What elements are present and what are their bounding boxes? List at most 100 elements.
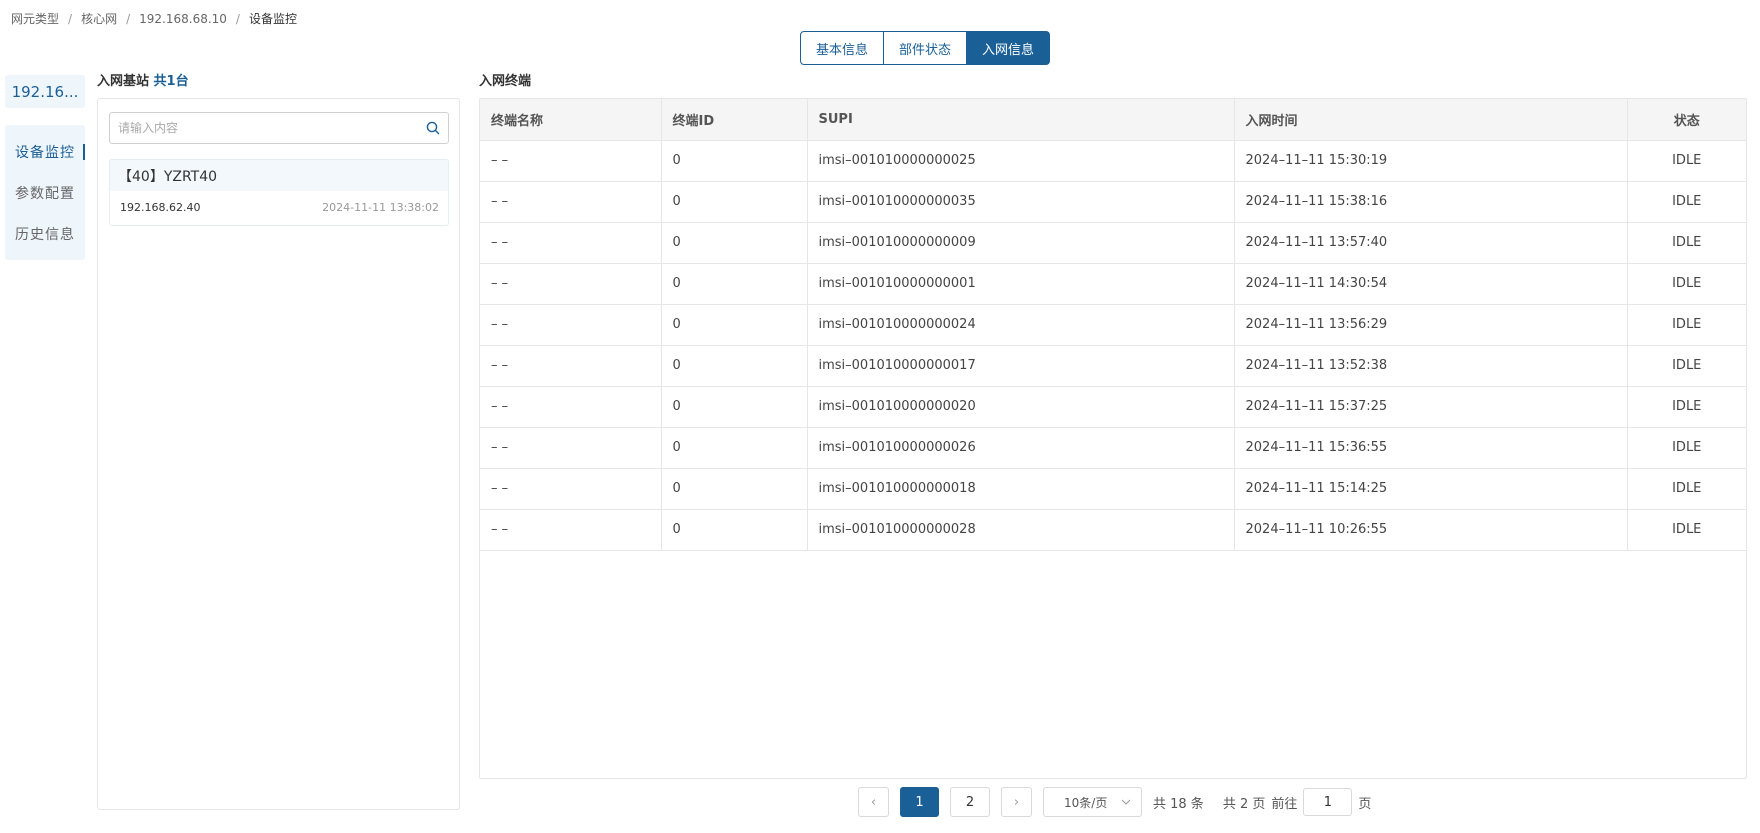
station-name: 【40】YZRT40 xyxy=(110,160,448,191)
table-row[interactable]: – –0 imsi–001010000000001 2024–11–11 14:30… xyxy=(480,263,1746,305)
cell-supi: imsi–001010000000024 xyxy=(807,304,1235,346)
search-icon[interactable] xyxy=(426,121,440,135)
search-input[interactable] xyxy=(118,121,426,135)
table-row[interactable]: – –0 imsi–001010000000009 2024–11–11 13:57… xyxy=(480,222,1746,264)
cell-supi: imsi–001010000000018 xyxy=(807,468,1235,510)
cell-terminal-name: – – xyxy=(480,386,662,428)
column-header-terminal-name: 终端名称 xyxy=(480,99,662,141)
stations-count: 共1台 xyxy=(153,74,189,89)
cell-terminal-id: 0 xyxy=(661,509,808,551)
cell-supi: imsi–001010000000009 xyxy=(807,222,1235,264)
cell-supi: imsi–001010000000028 xyxy=(807,509,1235,551)
table-row[interactable]: – –0 imsi–001010000000025 2024–11–11 15:30… xyxy=(480,140,1746,182)
tab-network-access-info[interactable]: 入网信息 xyxy=(966,31,1051,65)
cell-status: IDLE xyxy=(1627,304,1746,346)
cell-supi: imsi–001010000000001 xyxy=(807,263,1235,305)
cell-status: IDLE xyxy=(1627,345,1746,387)
total-count: 共 18 条 xyxy=(1153,796,1204,812)
breadcrumb-separator: / xyxy=(126,11,131,26)
cell-status: IDLE xyxy=(1627,140,1746,182)
cell-access-time: 2024–11–11 13:56:29 xyxy=(1234,304,1628,346)
cell-terminal-id: 0 xyxy=(661,263,808,305)
sidenav-item-device-monitor[interactable]: 设备监控 xyxy=(5,131,85,172)
cell-status: IDLE xyxy=(1627,386,1746,428)
table-row[interactable]: – –0 imsi–001010000000024 2024–11–11 13:56… xyxy=(480,304,1746,346)
table-row[interactable]: – –0 imsi–001010000000026 2024–11–11 15:36… xyxy=(480,427,1746,469)
goto-label: 前往 xyxy=(1271,796,1298,812)
cell-access-time: 2024–11–11 15:38:16 xyxy=(1234,181,1628,223)
cell-terminal-id: 0 xyxy=(661,345,808,387)
table-header-row: 终端名称 终端ID SUPI 入网时间 状态 xyxy=(480,99,1746,141)
cell-terminal-id: 0 xyxy=(661,140,808,182)
cell-terminal-name: – – xyxy=(480,509,662,551)
stations-title: 入网基站 共1台 xyxy=(97,70,189,89)
breadcrumb: 网元类型 / 核心网 / 192.168.68.10 / 设备监控 xyxy=(11,10,297,27)
breadcrumb-item[interactable]: 核心网 xyxy=(81,10,117,27)
cell-supi: imsi–001010000000035 xyxy=(807,181,1235,223)
tab-basic-info[interactable]: 基本信息 xyxy=(800,31,885,65)
device-ip-label[interactable]: 192.16... xyxy=(5,75,85,108)
cell-status: IDLE xyxy=(1627,222,1746,264)
station-time: 2024-11-11 13:38:02 xyxy=(322,201,439,214)
table-row[interactable]: – –0 imsi–001010000000020 2024–11–11 15:37… xyxy=(480,386,1746,428)
side-nav: 设备监控 参数配置 历史信息 xyxy=(5,125,85,260)
cell-access-time: 2024–11–11 15:14:25 xyxy=(1234,468,1628,510)
cell-supi: imsi–001010000000025 xyxy=(807,140,1235,182)
cell-status: IDLE xyxy=(1627,427,1746,469)
stations-panel: 【40】YZRT40 192.168.62.40 2024-11-11 13:3… xyxy=(97,98,460,810)
cell-terminal-name: – – xyxy=(480,181,662,223)
stations-title-label: 入网基站 xyxy=(97,74,150,89)
goto-suffix: 页 xyxy=(1358,796,1372,812)
cell-access-time: 2024–11–11 15:30:19 xyxy=(1234,140,1628,182)
cell-terminal-id: 0 xyxy=(661,468,808,510)
tab-component-status[interactable]: 部件状态 xyxy=(883,31,968,65)
station-card[interactable]: 【40】YZRT40 192.168.62.40 2024-11-11 13:3… xyxy=(109,159,449,226)
breadcrumb-item[interactable]: 192.168.68.10 xyxy=(139,12,227,26)
cell-terminal-name: – – xyxy=(480,263,662,305)
cell-terminal-name: – – xyxy=(480,140,662,182)
breadcrumb-current: 设备监控 xyxy=(248,12,297,26)
goto-page-input[interactable] xyxy=(1303,788,1353,816)
cell-status: IDLE xyxy=(1627,468,1746,510)
breadcrumb-separator: / xyxy=(235,11,240,26)
tab-group: 基本信息 部件状态 入网信息 xyxy=(800,31,1051,65)
cell-terminal-id: 0 xyxy=(661,222,808,264)
page-button-2[interactable]: 2 xyxy=(950,787,990,817)
total-pages: 共 2 页 xyxy=(1222,796,1266,812)
terminals-table-container: 终端名称 终端ID SUPI 入网时间 状态 – –0 imsi–00101000… xyxy=(479,98,1747,779)
cell-terminal-name: – – xyxy=(480,222,662,264)
table-row[interactable]: – –0 imsi–001010000000017 2024–11–11 13:52… xyxy=(480,345,1746,387)
column-header-supi: SUPI xyxy=(807,99,1235,141)
cell-supi: imsi–001010000000017 xyxy=(807,345,1235,387)
pagination: ‹ 1 2 › 10条/页 共 18 条 共 2 页 前往 页 xyxy=(858,786,1371,818)
page-size-select[interactable]: 10条/页 xyxy=(1043,787,1142,817)
sidenav-item-history[interactable]: 历史信息 xyxy=(5,213,85,254)
table-row[interactable]: – –0 imsi–001010000000028 2024–11–11 10:26… xyxy=(480,509,1746,551)
cell-terminal-name: – – xyxy=(480,304,662,346)
next-page-button[interactable]: › xyxy=(1001,787,1032,817)
cell-access-time: 2024–11–11 13:57:40 xyxy=(1234,222,1628,264)
cell-terminal-id: 0 xyxy=(661,427,808,469)
cell-access-time: 2024–11–11 13:52:38 xyxy=(1234,345,1628,387)
cell-terminal-name: – – xyxy=(480,345,662,387)
cell-supi: imsi–001010000000020 xyxy=(807,386,1235,428)
cell-status: IDLE xyxy=(1627,263,1746,305)
page-size-value: 10条/页 xyxy=(1064,795,1108,810)
table-row[interactable]: – –0 imsi–001010000000035 2024–11–11 15:38… xyxy=(480,181,1746,223)
station-meta: 192.168.62.40 2024-11-11 13:38:02 xyxy=(110,191,448,214)
column-header-access-time: 入网时间 xyxy=(1234,99,1628,141)
table-row[interactable]: – –0 imsi–001010000000018 2024–11–11 15:14… xyxy=(480,468,1746,510)
cell-terminal-name: – – xyxy=(480,427,662,469)
cell-status: IDLE xyxy=(1627,509,1746,551)
cell-terminal-id: 0 xyxy=(661,304,808,346)
sidenav-item-param-config[interactable]: 参数配置 xyxy=(5,172,85,213)
prev-page-button[interactable]: ‹ xyxy=(858,787,889,817)
page-button-1[interactable]: 1 xyxy=(900,787,939,817)
terminals-title: 入网终端 xyxy=(479,74,532,89)
breadcrumb-separator: / xyxy=(68,11,73,26)
chevron-down-icon xyxy=(1121,799,1131,805)
cell-access-time: 2024–11–11 15:36:55 xyxy=(1234,427,1628,469)
breadcrumb-item[interactable]: 网元类型 xyxy=(11,10,59,27)
column-header-status: 状态 xyxy=(1627,99,1746,141)
cell-terminal-id: 0 xyxy=(661,181,808,223)
